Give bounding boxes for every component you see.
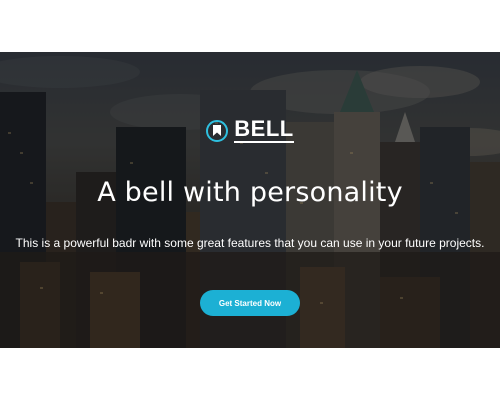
brand-name: BELL: [234, 116, 294, 143]
bookmark-icon: [206, 119, 229, 142]
brand-logo[interactable]: BELL: [0, 118, 500, 143]
page: BELL A bell with personality This is a p…: [0, 0, 500, 400]
hero-section: BELL A bell with personality This is a p…: [0, 52, 500, 348]
hero-headline: A bell with personality: [97, 177, 403, 208]
get-started-button[interactable]: Get Started Now: [200, 290, 300, 316]
hero-subheadline: This is a powerful badr with some great …: [15, 236, 485, 250]
